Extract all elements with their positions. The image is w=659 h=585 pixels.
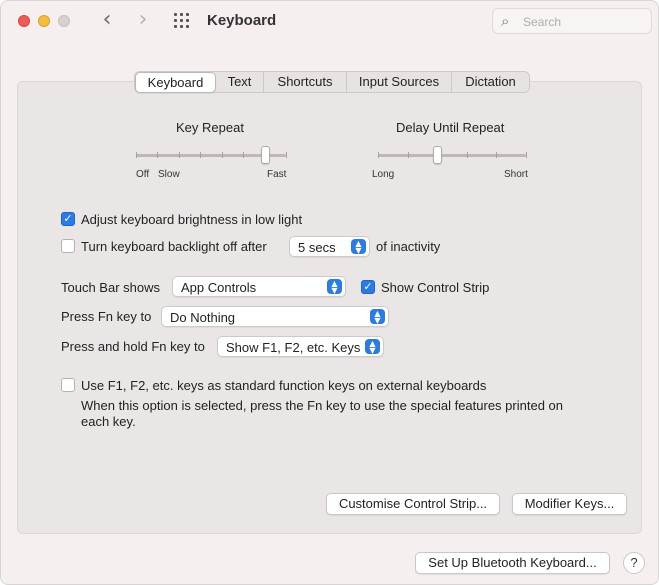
key-repeat-tick <box>243 152 244 158</box>
tab-dictation[interactable]: Dictation <box>452 72 529 92</box>
brightness-checkbox[interactable]: ✓ <box>61 212 75 226</box>
bluetooth-keyboard-button[interactable]: Set Up Bluetooth Keyboard... <box>415 552 610 574</box>
fn-key-popup[interactable]: Do Nothing ▲ ▼ <box>161 306 389 327</box>
touch-bar-label: Touch Bar shows <box>61 280 160 295</box>
window-title: Keyboard <box>207 12 277 29</box>
tab-text[interactable]: Text <box>216 72 264 92</box>
popup-stepper-icon: ▲ ▼ <box>351 239 366 255</box>
tab-bar: Keyboard Text Shortcuts Input Sources Di… <box>134 71 530 93</box>
hold-fn-key-popup[interactable]: Show F1, F2, etc. Keys ▲ ▼ <box>217 336 384 357</box>
key-repeat-fast-label: Fast <box>267 169 287 180</box>
backlight-timeout-popup[interactable]: 5 secs ▲ ▼ <box>289 236 370 257</box>
key-repeat-tick <box>136 152 137 158</box>
customise-control-strip-button[interactable]: Customise Control Strip... <box>326 493 500 515</box>
key-repeat-tick <box>200 152 201 158</box>
close-button[interactable] <box>18 15 30 27</box>
fn-key-label: Press Fn key to <box>61 309 152 324</box>
brightness-label: Adjust keyboard brightness in low light <box>81 212 303 227</box>
delay-until-repeat-tick <box>378 152 379 158</box>
key-repeat-knob[interactable] <box>261 146 270 164</box>
back-button[interactable]: ‹ <box>95 9 119 33</box>
search-field[interactable]: ⌕ Search <box>492 8 652 34</box>
zoom-button[interactable] <box>58 15 70 27</box>
popup-stepper-icon: ▲ ▼ <box>370 309 385 325</box>
key-repeat-tick <box>286 152 287 158</box>
backlight-label: Turn keyboard backlight off after <box>81 239 267 254</box>
search-icon: ⌕ <box>501 12 510 30</box>
control-strip-checkbox[interactable]: ✓ <box>361 280 375 294</box>
delay-long-label: Long <box>372 169 395 180</box>
function-keys-label: Use F1, F2, etc. keys as standard functi… <box>81 378 487 393</box>
delay-short-label: Short <box>504 169 528 180</box>
hold-fn-key-value: Show F1, F2, etc. Keys <box>226 340 361 355</box>
minimize-button[interactable] <box>38 15 50 27</box>
delay-until-repeat-tick <box>526 152 527 158</box>
key-repeat-tick <box>157 152 158 158</box>
delay-until-repeat-knob[interactable] <box>433 146 442 164</box>
touch-bar-value: App Controls <box>181 280 257 295</box>
search-placeholder: Search <box>523 15 562 29</box>
delay-until-repeat-slider[interactable] <box>378 154 526 157</box>
hold-fn-key-label: Press and hold Fn key to <box>61 339 205 354</box>
backlight-timeout-value: 5 secs <box>298 240 336 255</box>
modifier-keys-button[interactable]: Modifier Keys... <box>512 493 627 515</box>
key-repeat-title: Key Repeat <box>176 120 244 135</box>
key-repeat-off-label: Off <box>136 169 150 180</box>
help-button[interactable]: ? <box>623 552 645 574</box>
tab-shortcuts[interactable]: Shortcuts <box>264 72 347 92</box>
delay-until-repeat-tick <box>496 152 497 158</box>
control-strip-label: Show Control Strip <box>381 280 490 295</box>
grid-icon[interactable] <box>174 13 192 29</box>
delay-until-repeat-title: Delay Until Repeat <box>396 120 505 135</box>
key-repeat-slow-label: Slow <box>158 169 180 180</box>
title-bar: ‹ › Keyboard ⌕ Search <box>1 1 658 45</box>
keyboard-preferences-window: ‹ › Keyboard ⌕ Search Keyboard Text Shor… <box>0 0 659 585</box>
tab-keyboard[interactable]: Keyboard <box>135 71 216 93</box>
fn-key-value: Do Nothing <box>170 310 236 325</box>
popup-stepper-icon: ▲ ▼ <box>327 279 342 295</box>
delay-until-repeat-tick <box>408 152 409 158</box>
popup-stepper-icon: ▲ ▼ <box>365 339 380 355</box>
function-keys-description-2: each key. <box>81 414 136 429</box>
backlight-suffix: of inactivity <box>376 239 441 254</box>
forward-button[interactable]: › <box>131 9 155 33</box>
key-repeat-tick <box>179 152 180 158</box>
function-keys-checkbox[interactable] <box>61 378 75 392</box>
delay-until-repeat-tick <box>467 152 468 158</box>
touch-bar-popup[interactable]: App Controls ▲ ▼ <box>172 276 346 297</box>
function-keys-description-1: When this option is selected, press the … <box>81 398 563 413</box>
backlight-checkbox[interactable] <box>61 239 75 253</box>
key-repeat-tick <box>222 152 223 158</box>
tab-input-sources[interactable]: Input Sources <box>347 72 452 92</box>
